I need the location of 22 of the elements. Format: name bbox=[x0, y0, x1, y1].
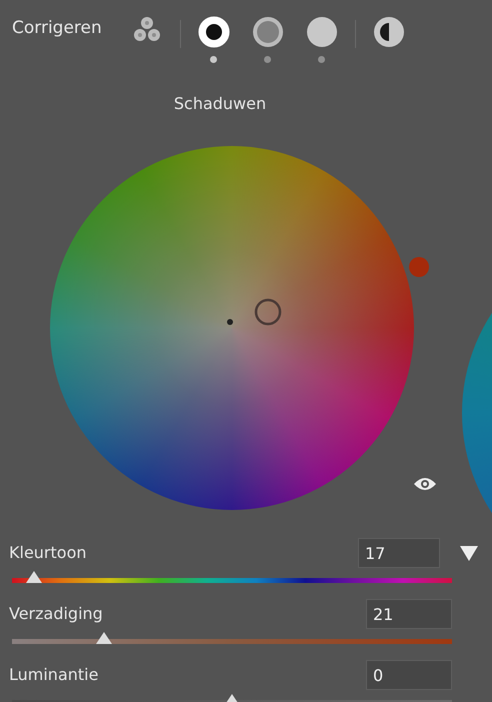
ring-dot-icon bbox=[198, 16, 230, 48]
panel-title: Corrigeren bbox=[12, 17, 102, 40]
value-field[interactable]: 21 bbox=[366, 599, 452, 629]
half-circle-icon bbox=[372, 16, 405, 48]
value-field[interactable]: 17 bbox=[358, 538, 440, 568]
indicator-dot-icon bbox=[264, 56, 272, 63]
wheel-title: Schaduwen bbox=[172, 93, 268, 115]
indicator-dot-icon bbox=[318, 56, 326, 63]
wheel-handle[interactable] bbox=[254, 298, 282, 326]
slider-thumb[interactable] bbox=[95, 631, 114, 645]
three-circles-icon bbox=[132, 16, 162, 42]
slider-label: Kleurtoon bbox=[9, 542, 88, 564]
slider-label: Luminantie bbox=[9, 664, 100, 686]
slider-label: Verzadiging bbox=[9, 603, 104, 625]
filled-circle-icon bbox=[306, 16, 338, 48]
balance-handle[interactable] bbox=[409, 257, 429, 277]
slider-thumb[interactable] bbox=[25, 570, 43, 584]
eye-icon[interactable] bbox=[413, 476, 437, 492]
value-field[interactable]: 0 bbox=[366, 660, 452, 690]
indicator-dot-icon bbox=[210, 56, 218, 63]
ringed-circle-icon bbox=[252, 16, 284, 48]
center-point-icon[interactable] bbox=[227, 319, 233, 325]
